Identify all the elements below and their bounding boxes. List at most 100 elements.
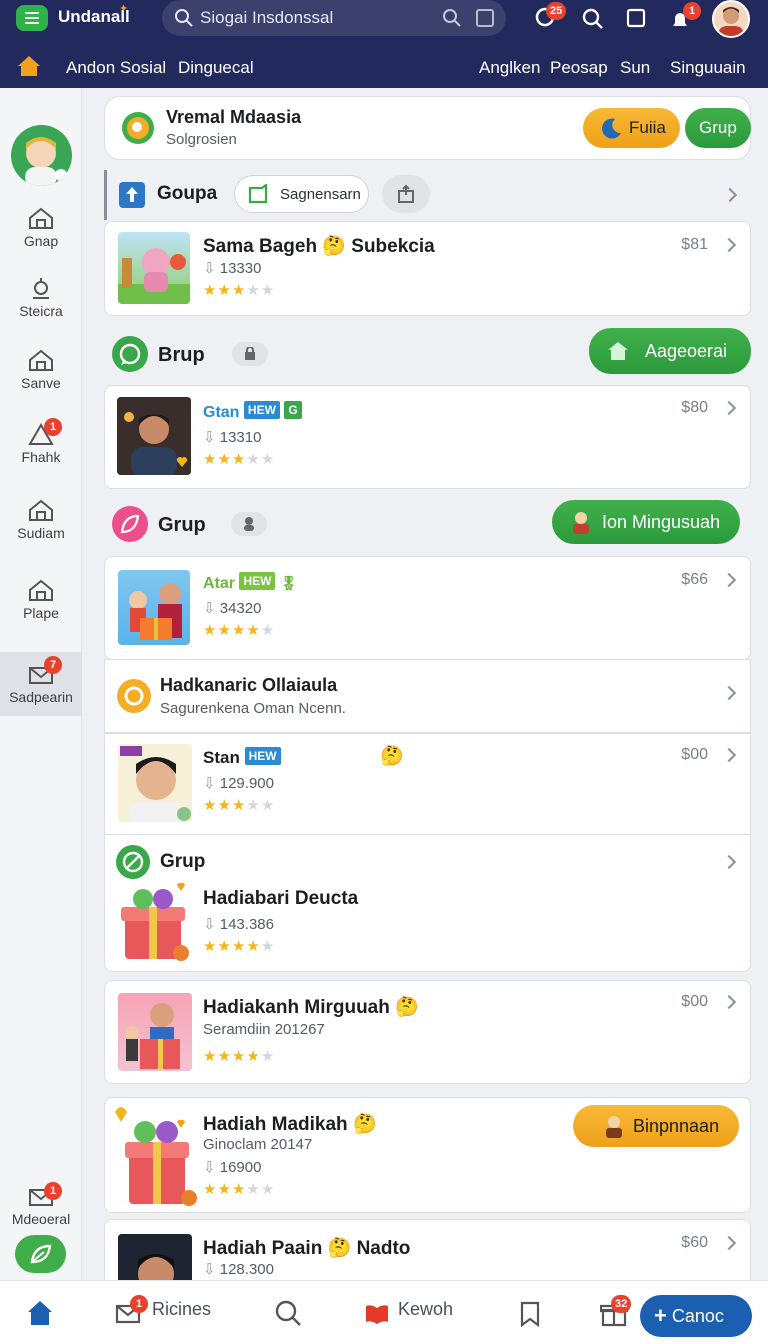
tab-singuuain[interactable]: Singuuain	[670, 58, 746, 78]
item-title: Hadiah Paain 🤔 Nadto	[203, 1238, 411, 1259]
chevron-right-icon[interactable]	[721, 854, 737, 870]
sidebar-item-gnap[interactable]: Gnap	[0, 206, 82, 270]
star-empty-icon: ★	[246, 797, 261, 814]
updates-badge: 25	[546, 2, 567, 20]
nav-link-sosial[interactable]: Andon Sosial	[66, 58, 166, 78]
item-price: $60	[681, 1234, 708, 1251]
ion-mingusuah-button[interactable]: Ion Mingusuah	[552, 500, 741, 544]
aageoerai-button[interactable]: Aageoerai	[589, 328, 752, 374]
sidebar-item-fhahk[interactable]: 1 Fhahk	[0, 418, 82, 486]
chevron-right-icon[interactable]	[721, 400, 737, 416]
chevron-right-icon[interactable]	[721, 747, 737, 763]
star-filled-icon: ★	[217, 1181, 232, 1198]
list-item[interactable]: Gtan HEW G ⇩ 13310 ★★★★★ $80	[104, 385, 751, 489]
sidebar-item-sadpearin[interactable]: 7 Sadpearin	[0, 652, 82, 716]
binpnnaan-button[interactable]: Binpnnaan	[573, 1105, 740, 1147]
item-count: ⇩ 128.300	[203, 1261, 274, 1278]
menu-button[interactable]	[16, 5, 48, 31]
list-item[interactable]: Hadiah Paain 🤔 Nadto ⇩ 128.300 $60	[104, 1219, 751, 1280]
list-item[interactable]: Atar HEW 🎖 ⇩ 34320 ★★★★★ $66	[104, 556, 751, 660]
item-rating: ★★★★★	[203, 450, 275, 468]
sidebar-item-label: Sudiam	[17, 525, 65, 541]
list-item[interactable]: Hadiakanh Mirguuah 🤔 Seramdiin 201267 ★★…	[104, 980, 751, 1084]
search-icon	[175, 9, 193, 27]
tab-anglken[interactable]: Anglken	[476, 58, 543, 92]
chevron-right-icon[interactable]	[722, 187, 738, 203]
gift-badge: 32	[611, 1295, 632, 1313]
star-empty-icon: ★	[246, 282, 261, 299]
sagnensarn-chip[interactable]: Sagnensarn	[234, 175, 369, 213]
scan-icon[interactable]	[476, 9, 494, 27]
chevron-right-icon[interactable]	[721, 685, 737, 701]
list-item[interactable]: Hadiah Madikah 🤔 Ginoclam 20147 ⇩ 16900 …	[104, 1097, 751, 1213]
lock-icon	[245, 346, 255, 360]
home-icon[interactable]	[16, 54, 42, 78]
item-price: $00	[681, 993, 708, 1010]
lock-chip[interactable]	[232, 342, 268, 366]
bookmark-icon[interactable]	[518, 1301, 542, 1327]
grup-button[interactable]: Grup	[685, 108, 751, 148]
home-icon[interactable]	[26, 1299, 54, 1327]
chevron-right-icon[interactable]	[721, 1235, 737, 1251]
section-header-brup: Brup Aageoerai	[104, 328, 752, 378]
item-rating: ★★★★★	[203, 796, 275, 814]
star-filled-icon: ★	[231, 282, 247, 299]
star-empty-icon: ★	[260, 282, 276, 299]
leaf-button[interactable]	[15, 1235, 66, 1273]
search-icon[interactable]	[274, 1299, 302, 1327]
sidebar-item-label: Fhahk	[21, 449, 61, 465]
action-label: Aageoerai	[645, 340, 728, 361]
upload-icon	[119, 182, 145, 208]
item-count: ⇩ 143.386	[203, 916, 274, 933]
profile-avatar[interactable]	[11, 125, 72, 186]
list-item[interactable]: Hadkanaric Ollaiaula Sagurenkena Oman Nc…	[104, 659, 751, 733]
chevron-right-icon[interactable]	[721, 994, 737, 1010]
tab-sun[interactable]: Sun	[620, 58, 650, 78]
hot-label[interactable]: Kewoh	[398, 1299, 453, 1320]
sidebar-item-plape[interactable]: Plape	[0, 578, 82, 642]
emoji-icon: 🤔	[327, 1238, 352, 1259]
list-item[interactable]: Grup Hadiabari Deucta ⇩ 143.386 ★★★★★	[104, 834, 751, 972]
chevron-right-icon[interactable]	[721, 237, 737, 253]
section-header-grup: Grup Ion Mingusuah	[104, 500, 751, 550]
item-thumbnail	[118, 570, 190, 645]
emoji-icon: 🤔	[352, 1114, 377, 1135]
canoc-button[interactable]: + Canoc	[640, 1295, 752, 1337]
store-icon	[608, 342, 628, 360]
share-button[interactable]	[382, 175, 430, 213]
star-empty-icon: ★	[260, 938, 276, 955]
search-bar[interactable]: Siogai Insdonssal	[162, 0, 506, 36]
list-item[interactable]: Stan HEW 🤔 ⇩ 129.900 ★★★★★ $00	[104, 733, 751, 835]
star-filled-icon: ★	[231, 451, 247, 468]
gift-thumbnail	[119, 881, 193, 965]
user-avatar[interactable]	[712, 0, 750, 38]
sidebar-item-steicra[interactable]: Steicra	[0, 276, 82, 340]
item-count: ⇩ 13310	[203, 429, 262, 446]
chevron-right-icon[interactable]	[721, 572, 737, 588]
sidebar-item-label: Gnap	[23, 233, 59, 249]
banner-card[interactable]: Vremal Mdaasia Solgrosien Fuiia Grup	[104, 96, 751, 160]
search-submit-icon[interactable]	[442, 8, 462, 28]
fuiia-button[interactable]: Fuiia	[583, 108, 680, 148]
messages-label[interactable]: Ricines	[152, 1299, 211, 1320]
star-empty-icon: ★	[260, 1048, 276, 1065]
sidebar-item-sanve[interactable]: Sanve	[0, 348, 82, 412]
house-icon	[29, 207, 53, 229]
star-filled-icon: ★	[217, 282, 232, 299]
emoji-icon: 🤔	[322, 236, 346, 257]
book-icon[interactable]	[364, 1302, 390, 1326]
sidebar-item-sudiam[interactable]: Sudiam	[0, 498, 82, 562]
search-icon-top[interactable]	[581, 7, 605, 31]
user-chip[interactable]	[231, 512, 267, 536]
list-item[interactable]: Sama Bageh 🤔 Subekcia ⇩ 13330 ★★★★★ $81	[104, 221, 751, 316]
leaf-icon	[30, 1244, 52, 1264]
plus-icon: +	[654, 1303, 667, 1328]
window-icon[interactable]	[626, 8, 646, 28]
emoji-icon: 🤔	[395, 997, 419, 1018]
star-empty-icon: ★	[260, 451, 276, 468]
tab-peosap[interactable]: Peosap	[550, 58, 608, 78]
chip-label: Sagnensarn	[280, 186, 361, 203]
item-count: ⇩ 13330	[203, 260, 262, 277]
nav-link-dinguecal[interactable]: Dinguecal	[178, 58, 254, 78]
item-price: $66	[681, 571, 708, 588]
